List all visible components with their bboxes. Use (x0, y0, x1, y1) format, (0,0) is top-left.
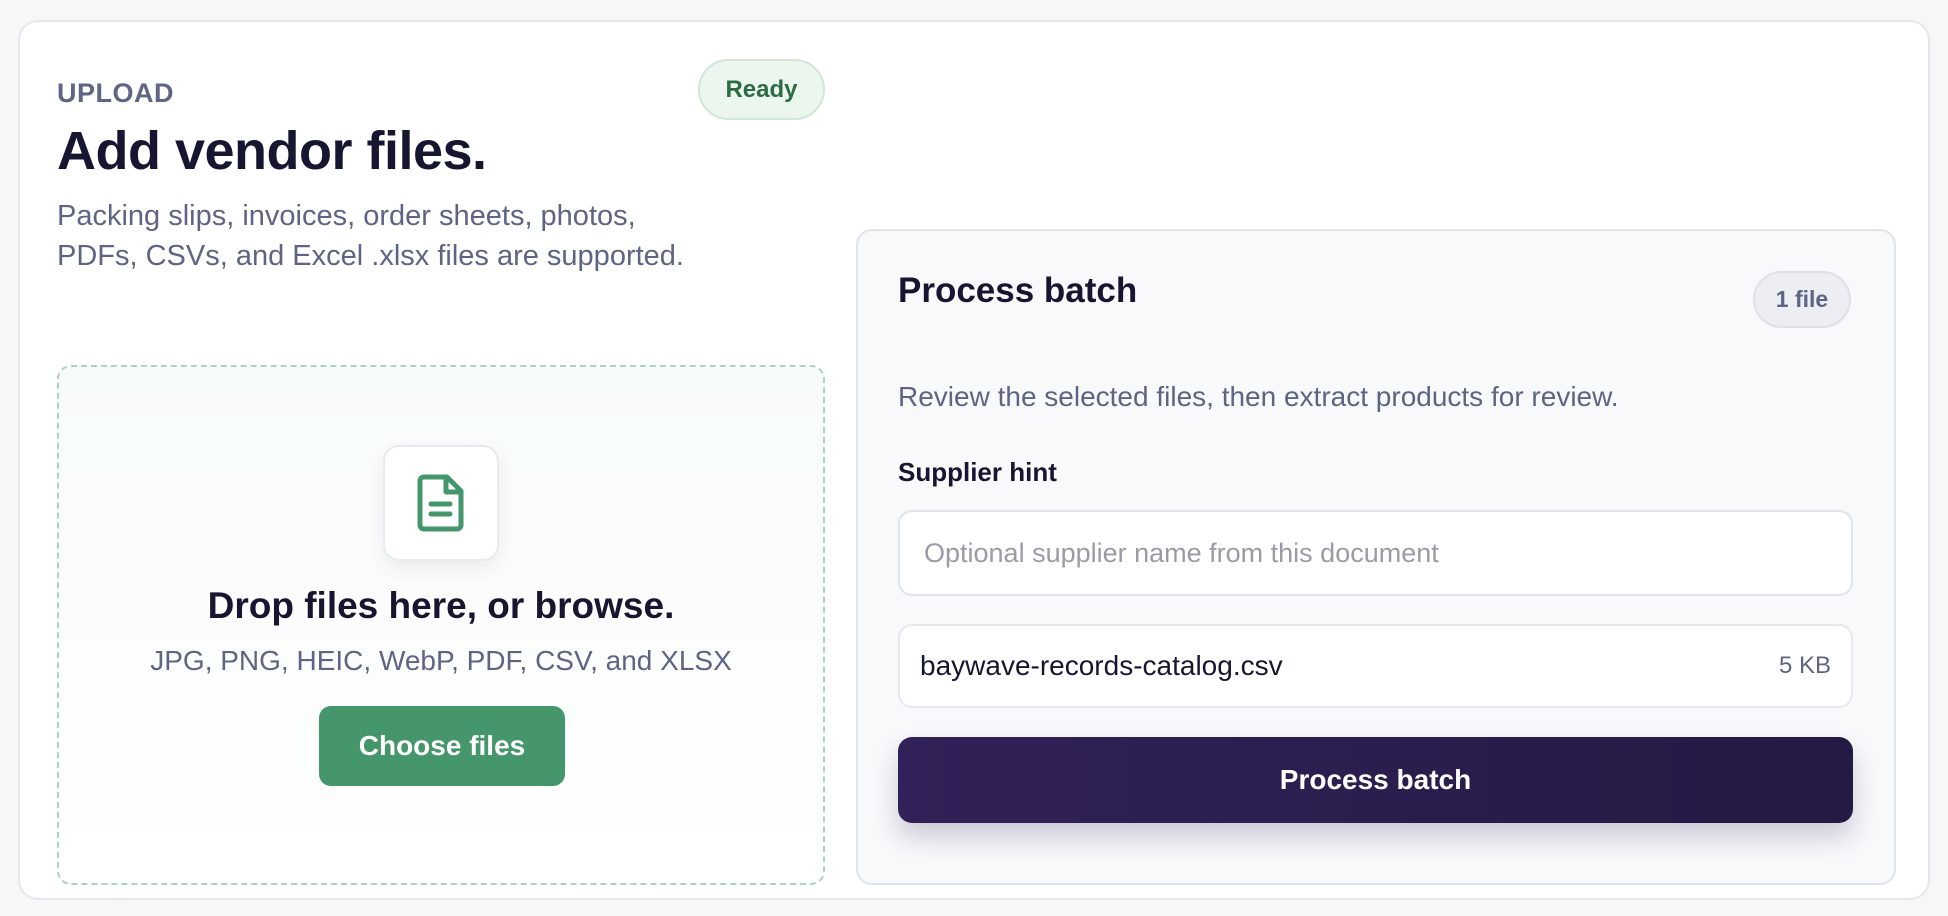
process-batch-panel: Process batch 1 file Review the selected… (856, 229, 1896, 885)
upload-card: UPLOAD Ready Add vendor files. Packing s… (18, 20, 1930, 900)
file-name: baywave-records-catalog.csv (920, 650, 1283, 681)
supplier-hint-label: Supplier hint (898, 457, 1057, 487)
file-icon-tile (383, 445, 499, 561)
supported-formats: JPG, PNG, HEIC, WebP, PDF, CSV, and XLSX (150, 645, 732, 676)
file-dropzone[interactable]: Drop files here, or browse. JPG, PNG, HE… (57, 365, 825, 885)
status-badge: Ready (698, 59, 825, 120)
process-batch-button[interactable]: Process batch (898, 737, 1853, 823)
choose-files-button[interactable]: Choose files (319, 706, 565, 786)
page-title: Add vendor files. (57, 121, 487, 181)
panel-description: Review the selected files, then extract … (898, 381, 1619, 412)
page-subtitle: Packing slips, invoices, order sheets, p… (57, 200, 684, 272)
file-document-icon (417, 474, 464, 532)
dropzone-title: Drop files here, or browse. (207, 585, 675, 626)
selected-file-row: baywave-records-catalog.csv 5 KB (898, 624, 1853, 708)
supplier-hint-input[interactable] (898, 510, 1853, 596)
section-eyebrow: UPLOAD (57, 78, 174, 108)
file-size: 5 KB (1778, 652, 1831, 679)
panel-title: Process batch (898, 271, 1138, 310)
file-count-badge: 1 file (1753, 271, 1851, 328)
